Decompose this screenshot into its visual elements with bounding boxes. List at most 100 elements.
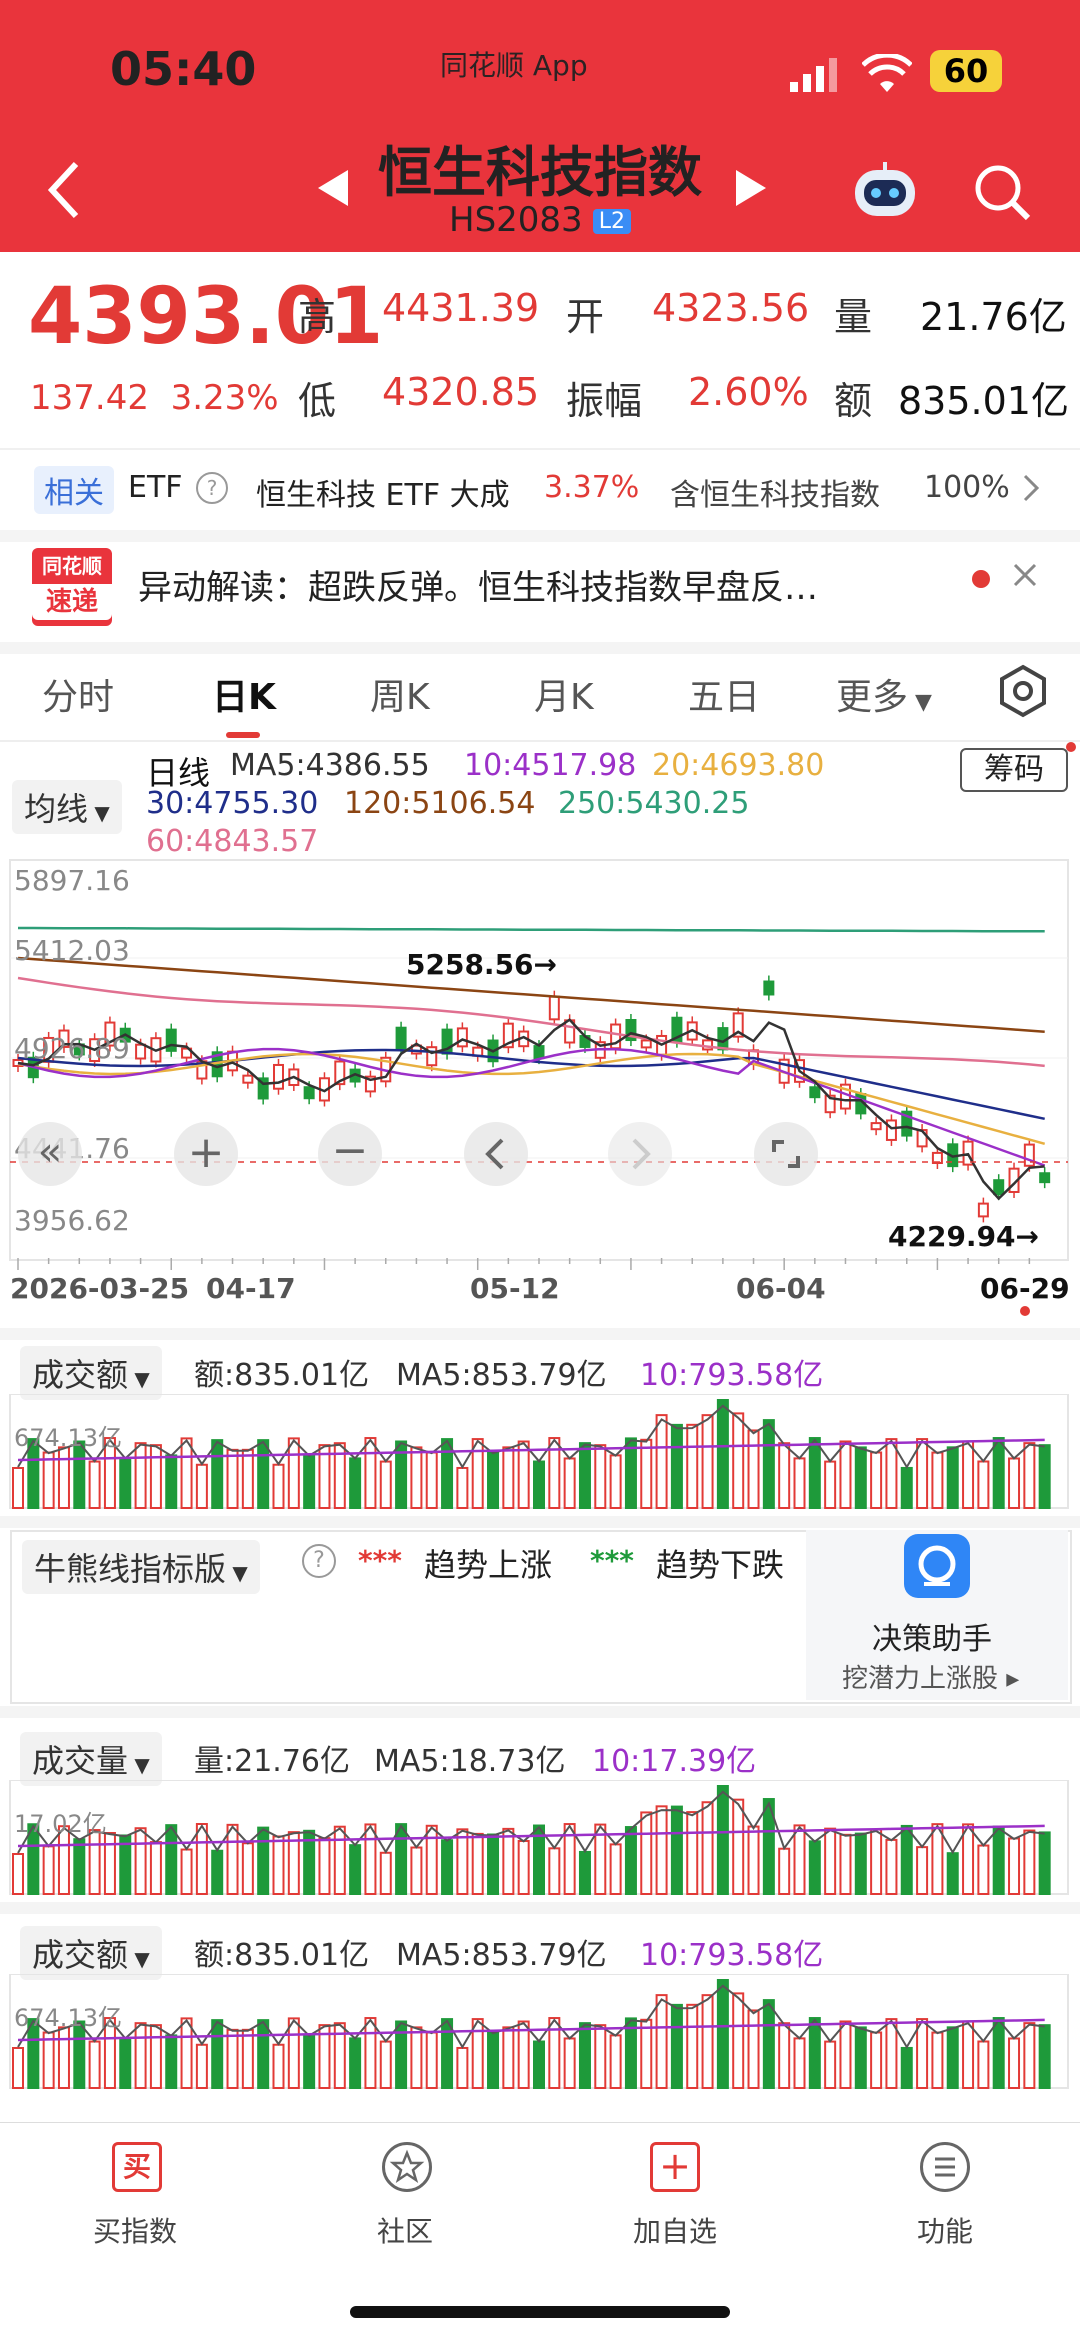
latest-date-dot (1020, 1306, 1030, 1316)
tab-monthly-k[interactable]: 月K (534, 668, 594, 720)
volume-bar (870, 1828, 883, 1896)
volume-bar (165, 1454, 178, 1509)
volume-bar (165, 2034, 178, 2089)
volume-bar (747, 1429, 760, 1509)
news-logo: 同花顺 速递 (32, 548, 112, 626)
volume-bar (471, 2018, 484, 2090)
volume-bar (1038, 2024, 1051, 2089)
y-label: 4926.89 (14, 1032, 130, 1065)
volume-bar (410, 2026, 423, 2089)
bullbear-selector[interactable]: 牛熊线指标版 ▼ (22, 1540, 260, 1594)
candle-body (763, 980, 775, 996)
volume-bar (349, 2037, 362, 2089)
volume-bar (778, 1847, 791, 1895)
volume-bar (839, 2020, 852, 2089)
amount-value: 额:835.01亿 (194, 1938, 370, 1973)
decision-assistant-sub[interactable]: 挖潜力上涨股 ▸ (842, 1658, 1019, 1695)
volume-bar (946, 2026, 959, 2089)
tab-more[interactable]: 更多 ▼ (836, 668, 932, 720)
volume-bar (808, 1437, 821, 1509)
volume-bar (364, 1823, 377, 1895)
volume-bar (241, 1448, 254, 1509)
volume-bar (517, 1839, 530, 1895)
volume-bar (441, 2018, 454, 2089)
settings-hexagon-icon[interactable] (996, 664, 1050, 722)
volume-bar (992, 1825, 1005, 1895)
help-icon[interactable]: ? (302, 1544, 336, 1578)
volume-bar (808, 1840, 821, 1895)
amount-selector[interactable]: 成交额 ▼ (20, 1926, 162, 1980)
volume-bar (88, 1829, 101, 1895)
volume-bar (119, 2037, 132, 2089)
tab-five-day[interactable]: 五日 (688, 668, 760, 720)
volume-bar (12, 1853, 24, 1895)
ma30-legend: 30:4755.30 (146, 786, 319, 821)
volume-bar (165, 1824, 178, 1895)
y-label: 5897.16 (14, 864, 130, 897)
y-label: 5412.03 (14, 934, 130, 967)
volume-bar (900, 1824, 913, 1895)
news-text[interactable]: 异动解读：超跌反弹。恒生科技指数早盘反… (138, 560, 818, 609)
search-icon[interactable] (972, 162, 1032, 222)
volume-bar (946, 1446, 959, 1509)
volume-bar (502, 1827, 515, 1895)
robot-assistant-icon[interactable] (850, 160, 920, 220)
volume-bar (916, 1438, 929, 1509)
collapse-left-icon[interactable]: « (18, 1122, 82, 1186)
volume-bar (226, 2028, 239, 2089)
date-label: 05-12 (470, 1272, 560, 1305)
decision-assistant-icon[interactable] (904, 1534, 970, 1598)
volume-bar (517, 2020, 530, 2089)
zoom-in-icon[interactable]: + (174, 1122, 238, 1186)
signal-icon (790, 58, 840, 92)
candle-body (395, 1026, 407, 1050)
volume-bar (272, 2043, 285, 2090)
add-watchlist-icon[interactable]: + (650, 2142, 700, 2192)
battery-indicator: 60 (930, 50, 1002, 92)
volume-bar (379, 1851, 392, 1896)
scroll-right-icon[interactable] (608, 1122, 672, 1186)
etf-name[interactable]: 恒生科技 ETF 大成 (256, 470, 510, 514)
nav-community[interactable]: 社区 (270, 2210, 540, 2250)
volume-bar (686, 1811, 699, 1895)
scroll-left-icon[interactable] (464, 1122, 528, 1186)
volume-bar (195, 2043, 208, 2089)
community-icon[interactable] (382, 2142, 432, 2192)
volume-bar (824, 1827, 837, 1896)
volume-bar (609, 1454, 622, 1509)
low-marker: 4229.94→ (888, 1220, 1039, 1253)
volume-bar (670, 1805, 683, 1895)
nav-buy-index[interactable]: 买指数 (0, 2210, 270, 2250)
tab-daily-k[interactable]: 日K (212, 668, 276, 720)
volume-bar (1038, 1831, 1051, 1895)
volume-bar (824, 2040, 837, 2089)
candle-body (165, 1028, 177, 1052)
volume-bar (1008, 1837, 1021, 1895)
volume-bar (854, 2026, 867, 2089)
ma-selector[interactable]: 均线 ▼ (12, 780, 122, 834)
zoom-out-icon[interactable]: − (318, 1122, 382, 1186)
chip-button[interactable]: 筹码 (960, 748, 1068, 792)
volume-bar (456, 1828, 469, 1896)
help-icon[interactable]: ? (196, 472, 228, 504)
menu-icon[interactable] (920, 2142, 970, 2192)
nav-functions[interactable]: 功能 (810, 2210, 1080, 2250)
chevron-right-icon[interactable] (1022, 474, 1040, 506)
buy-icon[interactable]: 买 (112, 2142, 162, 2192)
up-mark: *** (358, 1544, 402, 1577)
volume-bar (149, 1841, 162, 1895)
volume-bar (57, 1446, 70, 1509)
tab-weekly-k[interactable]: 周K (370, 668, 430, 720)
fullscreen-icon[interactable] (754, 1122, 818, 1186)
nav-add-watchlist[interactable]: 加自选 (540, 2210, 810, 2250)
amount-selector[interactable]: 成交额 ▼ (20, 1346, 162, 1400)
volume-selector[interactable]: 成交量 ▼ (20, 1732, 162, 1786)
volume-bar (287, 1437, 300, 1509)
amount-chart-1: 674.13亿 (9, 1394, 1069, 1510)
kline-chart[interactable]: 5897.16 5412.03 4926.89 4441.76 3956.62 … (0, 858, 1080, 1298)
tab-timeshare[interactable]: 分时 (42, 668, 114, 720)
high-label: 高 (298, 295, 337, 339)
volume-bar (716, 1979, 729, 2089)
volume-bar (149, 1444, 162, 1509)
close-icon[interactable] (1012, 562, 1038, 592)
